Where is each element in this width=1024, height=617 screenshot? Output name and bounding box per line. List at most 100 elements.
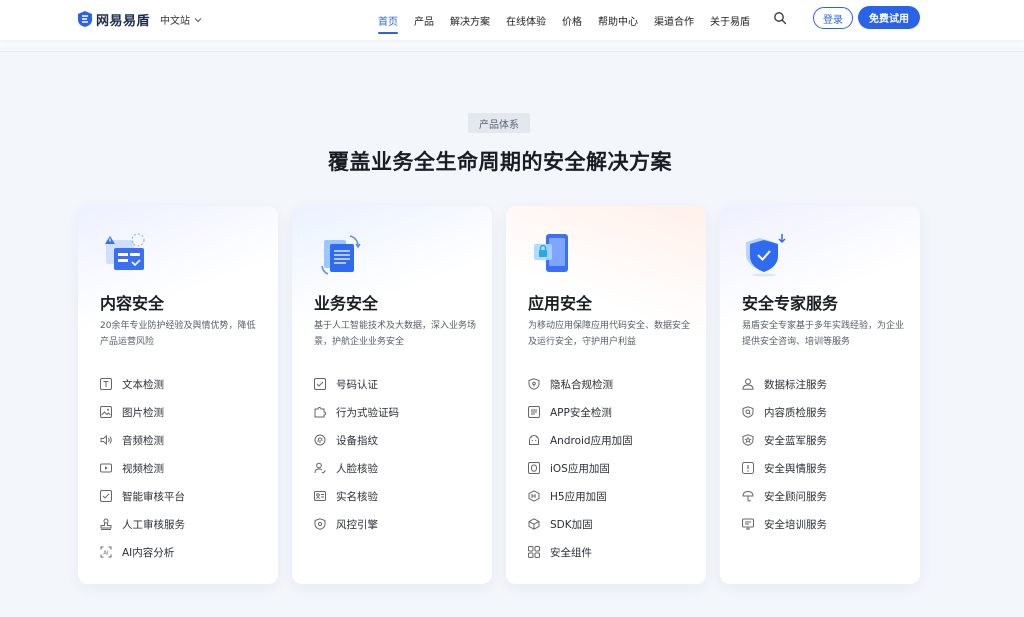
card-description: 基于人工智能技术及大数据，深入业务场景，护航企业业务安全 [314,321,477,347]
search-icon[interactable] [773,11,787,25]
product-label: 音频检测 [122,434,164,447]
service-label: 安全舆情服务 [764,462,827,475]
product-label: SDK加固 [550,518,593,531]
card-description: 为移动应用保障应用代码安全、数据安全及运行安全，守护用户利益 [528,321,691,347]
card-title: 内容安全 [100,294,165,313]
service-link-public-opinion[interactable]: 安全舆情服务 [742,454,827,482]
nav-item-products[interactable]: 产品 [406,0,442,40]
face-verify-icon [314,462,326,474]
content-security-illustration-icon [105,233,145,270]
card-product-list: 号码认证 行为式验证码 设备指纹 人脸核验 实名核验 风控引擎 [314,370,399,538]
service-link-data-labeling[interactable]: 数据标注服务 [742,370,827,398]
product-link-smart-review-platform[interactable]: 智能审核平台 [100,482,185,510]
video-icon [100,463,112,473]
logo-mark-icon [78,11,92,27]
review-platform-icon [100,490,112,502]
components-icon [528,546,540,558]
app-security-illustration-icon [534,234,568,272]
product-link-image-detection[interactable]: 图片检测 [100,398,185,426]
svg-text:AI: AI [103,550,109,556]
product-link-manual-review-service[interactable]: 人工审核服务 [100,510,185,538]
service-label: 安全培训服务 [764,518,827,531]
product-link-audio-detection[interactable]: 音频检测 [100,426,185,454]
product-link-risk-engine[interactable]: 风控引擎 [314,510,399,538]
product-link-sdk-hardening[interactable]: SDK加固 [528,510,633,538]
service-link-security-training[interactable]: 安全培训服务 [742,510,827,538]
product-link-ios-hardening[interactable]: iOS应用加固 [528,454,633,482]
android-icon [529,435,539,445]
manual-review-icon [100,518,112,530]
h5-icon [528,490,540,502]
header-divider [0,40,1024,52]
product-link-phone-verification[interactable]: 号码认证 [314,370,399,398]
product-label: 风控引擎 [336,518,378,531]
login-button[interactable]: 登录 [813,7,853,29]
product-label: 人工审核服务 [122,518,185,531]
product-label: 文本检测 [122,378,164,391]
service-link-security-advisor[interactable]: 安全顾问服务 [742,482,827,510]
nav-item-pricing[interactable]: 价格 [554,0,590,40]
product-card-app-security[interactable]: 应用安全 为移动应用保障应用代码安全、数据安全及运行安全，守护用户利益 隐私合规… [506,206,706,584]
nav-item-home[interactable]: 首页 [370,0,406,40]
section-title: 覆盖业务全生命周期的安全解决方案 [328,150,672,174]
logo[interactable]: 网易易盾 [78,9,150,29]
card-title: 应用安全 [528,294,593,313]
product-card-expert-services[interactable]: 安全专家服务 易盾安全专家基于多年实践经验，为企业提供安全咨询、培训等服务 数据… [720,206,920,584]
text-icon [100,378,112,390]
product-label: 实名核验 [336,490,378,503]
product-label: AI内容分析 [122,546,175,559]
service-link-content-quality-check[interactable]: 内容质检服务 [742,398,827,426]
product-link-face-verification[interactable]: 人脸核验 [314,454,399,482]
product-link-android-hardening[interactable]: Android应用加固 [528,426,633,454]
product-link-device-fingerprint[interactable]: 设备指纹 [314,426,399,454]
section-tag: 产品体系 [468,113,530,133]
product-link-video-detection[interactable]: 视频检测 [100,454,185,482]
product-label: 图片检测 [122,406,164,419]
chevron-down-icon [194,17,202,22]
card-product-list: 隐私合规检测 APP安全检测 Android应用加固 iOS应用加固 H5应用加… [528,370,633,566]
nav-item-partners[interactable]: 渠道合作 [646,0,702,40]
product-link-app-security-check[interactable]: APP安全检测 [528,398,633,426]
user-icon [742,378,754,390]
nav-item-about[interactable]: 关于易盾 [702,0,758,40]
product-label: H5应用加固 [550,490,607,503]
service-link-blue-team[interactable]: 安全蓝军服务 [742,426,827,454]
shield-engine-icon [314,518,326,530]
card-description: 20余年专业防护经验及舆情优势，降低产品运营风险 [100,321,256,347]
nav-item-online-demo[interactable]: 在线体验 [498,0,554,40]
product-link-h5-hardening[interactable]: H5应用加固 [528,482,633,510]
service-label: 内容质检服务 [764,406,827,419]
nav-item-help-center[interactable]: 帮助中心 [590,0,646,40]
app-check-icon [528,406,540,418]
product-link-realname-verification[interactable]: 实名核验 [314,482,399,510]
product-label: 设备指纹 [336,434,378,447]
service-label: 数据标注服务 [764,378,827,391]
card-description: 易盾安全专家基于多年实践经验，为企业提供安全咨询、培训等服务 [742,321,905,347]
advisor-icon [742,490,754,502]
product-link-behavior-captcha[interactable]: 行为式验证码 [314,398,399,426]
audio-icon [100,434,112,446]
quality-check-icon [742,406,754,418]
language-label: 中文站 [160,16,190,27]
expert-service-illustration-icon [746,234,786,277]
main-nav: 首页 产品 解决方案 在线体验 价格 帮助中心 渠道合作 关于易盾 [370,0,758,40]
card-title: 安全专家服务 [742,294,839,313]
product-link-text-detection[interactable]: 文本检测 [100,370,185,398]
product-link-security-components[interactable]: 安全组件 [528,538,633,566]
product-card-content-security[interactable]: 内容安全 20余年专业防护经验及舆情优势，降低产品运营风险 文本检测 图片检测 … [78,206,278,584]
product-label: APP安全检测 [550,406,612,419]
product-link-ai-content-analysis[interactable]: AI AI内容分析 [100,538,185,566]
product-label: 行为式验证码 [336,406,399,419]
ios-icon [528,462,540,474]
product-card-business-security[interactable]: 业务安全 基于人工智能技术及大数据，深入业务场景，护航企业业务安全 号码认证 行… [292,206,492,584]
product-label: 视频检测 [122,462,164,475]
language-switcher[interactable]: 中文站 [160,12,202,27]
product-label: 智能审核平台 [122,490,185,503]
free-trial-button[interactable]: 免费试用 [858,6,920,29]
service-label: 安全顾问服务 [764,490,827,503]
product-link-privacy-compliance[interactable]: 隐私合规检测 [528,370,633,398]
top-navbar: 网易易盾 中文站 首页 产品 解决方案 在线体验 价格 帮助中心 渠道合作 关于… [0,0,1024,40]
product-label: Android应用加固 [550,434,633,447]
nav-item-solutions[interactable]: 解决方案 [442,0,498,40]
card-product-list: 文本检测 图片检测 音频检测 视频检测 智能审核平台 人工审核服务 AI AI内… [100,370,185,566]
